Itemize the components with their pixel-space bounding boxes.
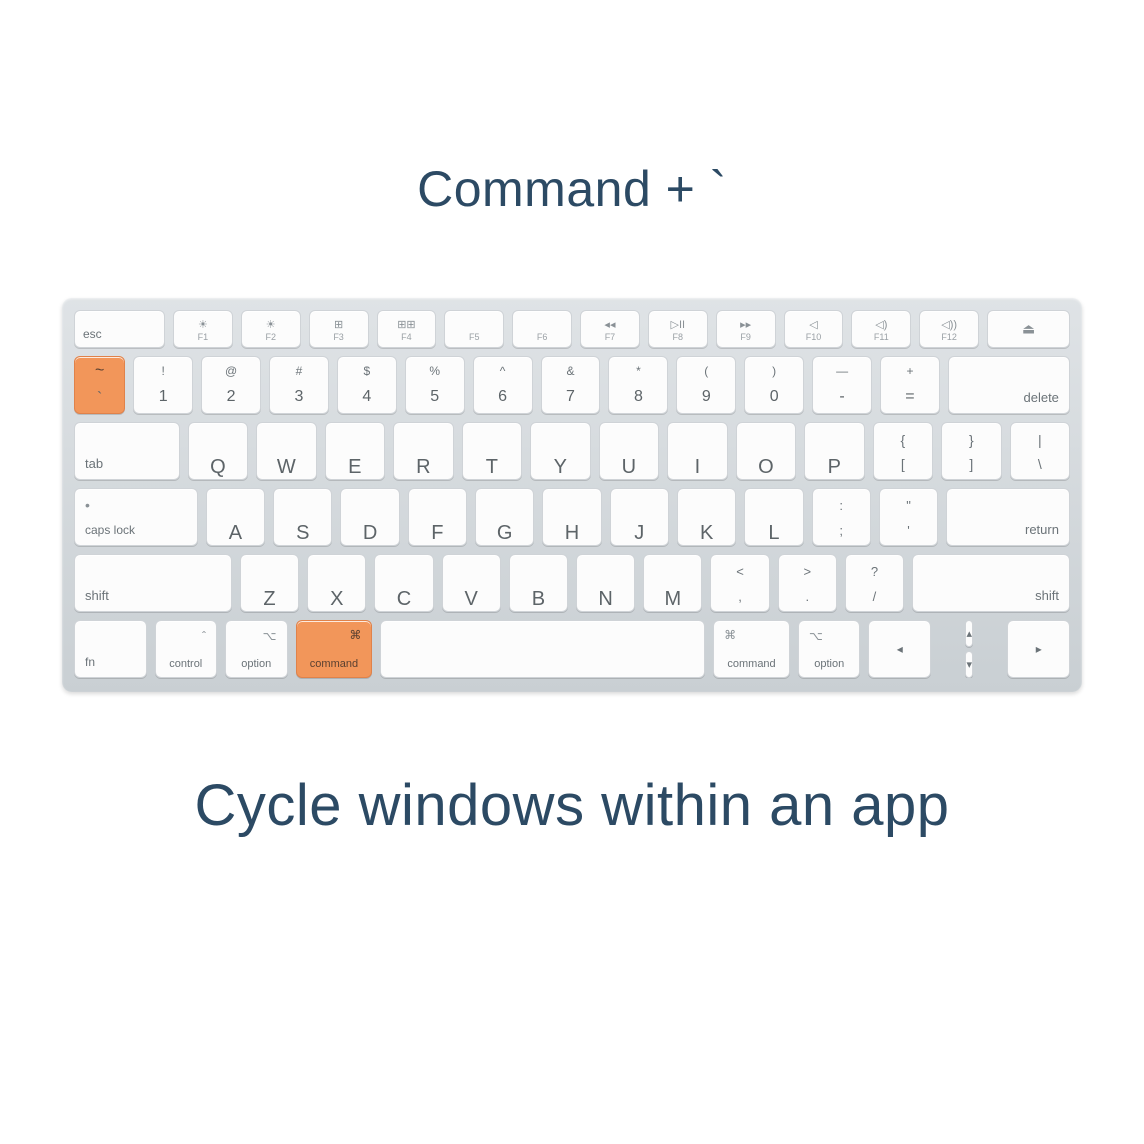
key-bracket-close: }] — [941, 422, 1002, 480]
key-arrow-down: ▾ — [965, 651, 973, 678]
option-icon: ⌥ — [263, 629, 277, 643]
key-f7: ◂◂F7 — [580, 310, 640, 348]
key-i: I — [667, 422, 728, 480]
key-f3: ⊞F3 — [309, 310, 369, 348]
row-mod: fn ˆcontrol ⌥option ⌘command ⌘command ⌥o… — [74, 620, 1070, 678]
key-slash: ?/ — [845, 554, 904, 612]
row-z: shift Z X C V B N M <, >. ?/ shift — [74, 554, 1070, 612]
key-2: @2 — [201, 356, 261, 414]
command-icon: ⌘ — [724, 628, 736, 642]
shortcut-caption: Cycle windows within an app — [195, 772, 950, 839]
key-g: G — [475, 488, 534, 546]
key-9: (9 — [676, 356, 736, 414]
key-arrow-updown: ▴ ▾ — [939, 620, 1000, 678]
key-fn: fn — [74, 620, 147, 678]
row-num: ~` !1 @2 #3 $4 %5 ^6 &7 *8 (9 )0 —- += d… — [74, 356, 1070, 414]
key-1: !1 — [133, 356, 193, 414]
key-command-right: ⌘command — [713, 620, 790, 678]
key-e: E — [325, 422, 386, 480]
key-l: L — [744, 488, 803, 546]
key-b: B — [509, 554, 568, 612]
key-6: ^6 — [473, 356, 533, 414]
key-k: K — [677, 488, 736, 546]
key-esc: esc — [74, 310, 165, 348]
key-f9: ▸▸F9 — [716, 310, 776, 348]
key-3: #3 — [269, 356, 329, 414]
key-f4: ⊞⊞F4 — [377, 310, 437, 348]
key-bracket-open: {[ — [873, 422, 934, 480]
key-m: M — [643, 554, 702, 612]
shortcut-title: Command + ` — [417, 160, 727, 218]
key-space — [380, 620, 705, 678]
key-eject: ⏏ — [987, 310, 1070, 348]
key-option-left: ⌥option — [225, 620, 288, 678]
key-n: N — [576, 554, 635, 612]
key-w: W — [256, 422, 317, 480]
control-icon: ˆ — [202, 629, 206, 643]
key-z: Z — [240, 554, 299, 612]
key-period: >. — [778, 554, 837, 612]
key-backslash: |\ — [1010, 422, 1071, 480]
key-8: *8 — [608, 356, 668, 414]
key-command-left: ⌘command — [296, 620, 373, 678]
key-a: A — [206, 488, 265, 546]
key-s: S — [273, 488, 332, 546]
key-quote: "' — [879, 488, 938, 546]
key-arrow-right: ▸ — [1007, 620, 1070, 678]
key-7: &7 — [541, 356, 601, 414]
key-p: P — [804, 422, 865, 480]
key-comma: <, — [710, 554, 769, 612]
key-f2: ☀F2 — [241, 310, 301, 348]
key-shift-right: shift — [912, 554, 1070, 612]
key-arrow-left: ◂ — [868, 620, 931, 678]
key-f12: ◁))F12 — [919, 310, 979, 348]
key-f1: ☀F1 — [173, 310, 233, 348]
keyboard: esc ☀F1 ☀F2 ⊞F3 ⊞⊞F4 F5 F6 ◂◂F7 ▷IIF8 ▸▸… — [62, 298, 1082, 692]
key-h: H — [542, 488, 601, 546]
key-4: $4 — [337, 356, 397, 414]
row-a: •caps lock A S D F G H J K L :; "' retur… — [74, 488, 1070, 546]
key-shift-left: shift — [74, 554, 232, 612]
key-option-right: ⌥option — [798, 620, 861, 678]
key-equals: += — [880, 356, 940, 414]
row-fn: esc ☀F1 ☀F2 ⊞F3 ⊞⊞F4 F5 F6 ◂◂F7 ▷IIF8 ▸▸… — [74, 310, 1070, 348]
key-semicolon: :; — [812, 488, 871, 546]
key-f6: F6 — [512, 310, 572, 348]
key-capslock: •caps lock — [74, 488, 198, 546]
key-arrow-up: ▴ — [965, 620, 973, 647]
key-q: Q — [188, 422, 249, 480]
key-o: O — [736, 422, 797, 480]
key-f10: ◁F10 — [784, 310, 844, 348]
key-backtick: ~` — [74, 356, 125, 414]
key-t: T — [462, 422, 523, 480]
command-icon: ⌘ — [349, 628, 361, 642]
key-control: ˆcontrol — [155, 620, 218, 678]
option-icon: ⌥ — [809, 629, 823, 643]
key-y: Y — [530, 422, 591, 480]
eject-icon: ⏏ — [988, 321, 1069, 338]
key-r: R — [393, 422, 454, 480]
key-u: U — [599, 422, 660, 480]
key-c: C — [374, 554, 433, 612]
row-q: tab Q W E R T Y U I O P {[ }] |\ — [74, 422, 1070, 480]
key-f: F — [408, 488, 467, 546]
key-f5: F5 — [444, 310, 504, 348]
key-x: X — [307, 554, 366, 612]
key-0: )0 — [744, 356, 804, 414]
key-minus: —- — [812, 356, 872, 414]
key-5: %5 — [405, 356, 465, 414]
key-v: V — [442, 554, 501, 612]
key-tab: tab — [74, 422, 180, 480]
key-f11: ◁)F11 — [851, 310, 911, 348]
key-d: D — [340, 488, 399, 546]
key-delete: delete — [948, 356, 1070, 414]
key-j: J — [610, 488, 669, 546]
key-f8: ▷IIF8 — [648, 310, 708, 348]
key-return: return — [946, 488, 1070, 546]
